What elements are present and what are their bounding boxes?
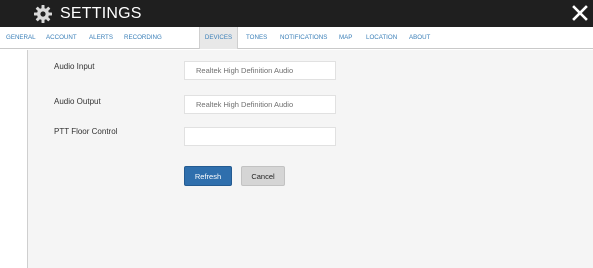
ptt-floor-control-label: PTT Floor Control [54, 127, 118, 136]
ptt-floor-control-select[interactable] [184, 127, 336, 146]
audio-output-select[interactable]: Realtek High Definition Audio [184, 95, 336, 114]
settings-window: SETTINGS GENERAL ACCOUNT ALERTS RECORDIN… [0, 0, 593, 268]
tab-devices[interactable]: DEVICES [199, 27, 238, 49]
tab-recording[interactable]: RECORDING [124, 27, 162, 48]
title-bar: SETTINGS [0, 0, 593, 27]
devices-panel [27, 50, 593, 268]
tab-general[interactable]: GENERAL [6, 27, 36, 48]
tab-tones[interactable]: TONES [246, 27, 267, 48]
tab-notifications[interactable]: NOTIFICATIONS [280, 27, 327, 48]
audio-input-select[interactable]: Realtek High Definition Audio [184, 61, 336, 80]
audio-input-label: Audio Input [54, 62, 95, 71]
close-icon[interactable] [571, 3, 589, 23]
tab-alerts[interactable]: ALERTS [89, 27, 113, 48]
window-title: SETTINGS [60, 5, 142, 22]
tab-location[interactable]: LOCATION [366, 27, 397, 48]
settings-tabs: GENERAL ACCOUNT ALERTS RECORDING DEVICES… [0, 27, 593, 49]
tab-map[interactable]: MAP [339, 27, 352, 48]
cancel-button[interactable]: Cancel [241, 166, 285, 186]
tab-about[interactable]: ABOUT [409, 27, 430, 48]
tab-account[interactable]: ACCOUNT [46, 27, 77, 48]
audio-output-label: Audio Output [54, 97, 101, 106]
refresh-button[interactable]: Refresh [184, 166, 232, 186]
gear-icon [33, 4, 53, 24]
